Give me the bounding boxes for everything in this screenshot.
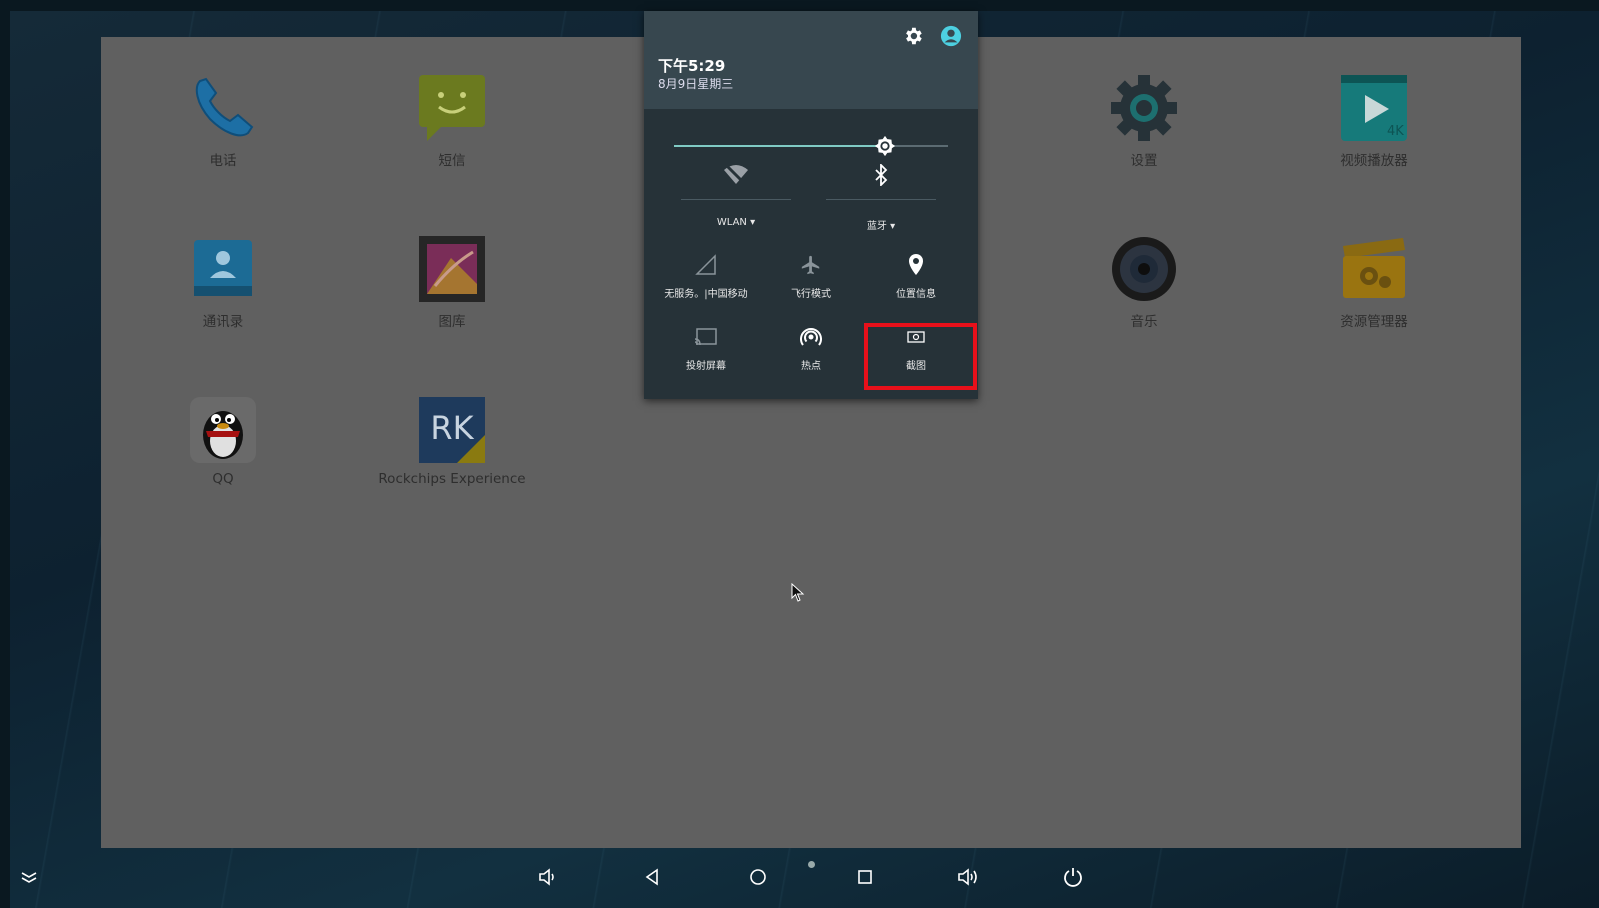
brightness-slider[interactable] [674,135,948,157]
divider [826,199,936,200]
tile-label: 热点 [801,361,821,372]
cellular-signal-icon [654,251,758,279]
tile-label: 投射屏幕 [686,361,726,372]
wlan-dropdown[interactable]: WLAN ▾ [681,211,791,228]
tile-label: 飞行模式 [791,289,831,300]
volume-down-icon[interactable] [533,862,563,892]
file-manager-icon [1339,234,1409,304]
contacts-icon [188,234,258,304]
music-speaker-icon [1109,234,1179,304]
svg-text:RK: RK [430,409,474,447]
bluetooth-label: 蓝牙 [866,221,887,232]
app-file-manager[interactable]: 资源管理器 [1284,234,1464,330]
app-rockchips-experience[interactable]: RK Rockchips Experience [362,395,542,487]
user-account-icon[interactable] [940,25,962,47]
chevron-down-icon: ▾ [750,217,756,228]
volume-up-icon[interactable] [954,862,984,892]
bluetooth-tile[interactable] [826,161,936,189]
app-settings[interactable]: 设置 [1054,73,1234,169]
app-label: 视频播放器 [1340,153,1408,169]
recents-button-icon[interactable] [850,862,880,892]
app-label: QQ [212,471,234,487]
hotspot-icon [759,323,863,351]
back-button-icon[interactable] [637,862,667,892]
app-phone[interactable]: 电话 [133,73,313,169]
app-contacts[interactable]: 通讯录 [133,234,313,330]
brightness-fill [674,145,885,147]
app-video-player[interactable]: 4K 视频播放器 [1284,73,1464,169]
app-label: 短信 [438,153,466,169]
wlan-tile[interactable] [681,161,791,189]
mouse-cursor-icon [791,582,805,607]
bluetooth-dropdown[interactable]: 蓝牙 ▾ [826,211,936,232]
app-label: 通讯录 [202,314,244,330]
cast-icon [654,323,758,351]
app-gallery[interactable]: 图库 [362,234,542,330]
app-label: 音乐 [1130,314,1158,330]
tile-label: 无服务。|中国移动 [664,289,748,300]
chevron-down-icon: ▾ [890,221,896,232]
brightness-icon[interactable] [874,135,896,157]
gallery-icon [417,234,487,304]
messaging-icon [417,73,487,143]
app-label: Rockchips Experience [378,471,526,487]
collapse-chevron-icon[interactable] [14,862,44,892]
rk-icon: RK [417,395,487,465]
clock-time: 下午5:29 [658,57,726,75]
navigation-bar [0,850,1599,908]
qq-penguin-icon [188,395,258,465]
settings-gear-icon[interactable] [902,25,924,47]
airplane-icon [759,251,863,279]
wifi-off-icon [681,161,791,189]
app-label: 设置 [1130,153,1158,169]
app-label: 电话 [209,153,237,169]
wlan-label: WLAN [716,217,747,228]
app-music[interactable]: 音乐 [1054,234,1234,330]
divider [681,199,791,200]
app-messaging[interactable]: 短信 [362,73,542,169]
app-label: 资源管理器 [1340,314,1408,330]
bluetooth-icon [826,161,936,189]
cast-screen-tile[interactable]: 投射屏幕 [654,323,758,372]
tile-label: 位置信息 [896,289,936,300]
cellular-tile[interactable]: 无服务。|中国移动 [654,251,758,300]
power-icon[interactable] [1058,862,1088,892]
app-label: 图库 [438,314,466,330]
home-button-icon[interactable] [743,862,773,892]
phone-icon [188,73,258,143]
app-qq[interactable]: QQ [133,395,313,487]
hotspot-tile[interactable]: 热点 [759,323,863,372]
settings-gear-icon [1109,73,1179,143]
highlight-box [864,323,977,390]
airplane-mode-tile[interactable]: 飞行模式 [759,251,863,300]
location-tile[interactable]: 位置信息 [864,251,968,300]
video-player-icon: 4K [1339,73,1409,143]
clock-date: 8月9日星期三 [658,77,734,91]
quick-settings-header: 下午5:29 8月9日星期三 [644,11,978,109]
location-pin-icon [864,251,968,279]
svg-text:4K: 4K [1387,124,1404,139]
